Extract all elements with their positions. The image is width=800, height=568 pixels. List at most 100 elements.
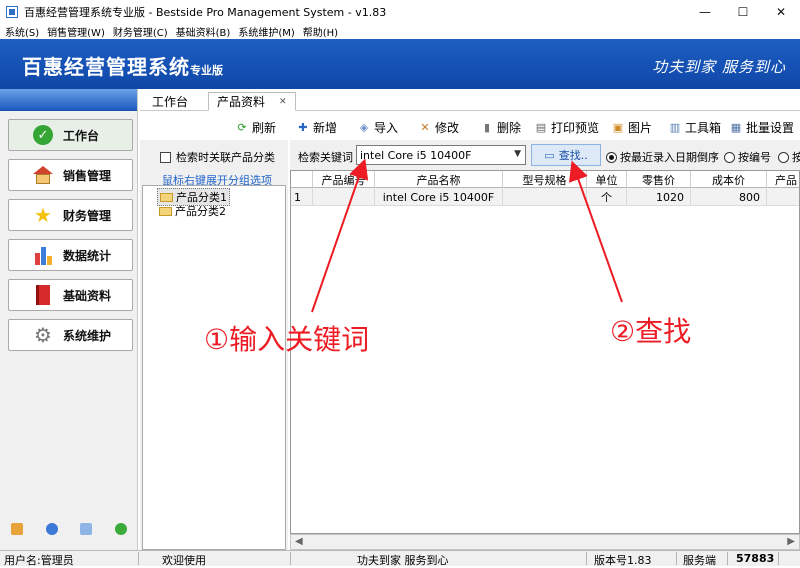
edit-icon[interactable] — [11, 523, 24, 535]
print-preview-button[interactable]: ▤ 打印预览 — [535, 119, 599, 136]
house-icon — [33, 165, 53, 185]
image-button[interactable]: ▣ 图片 — [612, 119, 652, 136]
clock-icon[interactable] — [45, 523, 58, 535]
tree-node[interactable]: 产品分类2 — [157, 203, 228, 219]
link-category-checkbox[interactable] — [160, 151, 171, 163]
column-header[interactable]: 型号规格 — [503, 171, 587, 188]
banner-slogan: 功夫到家 服务到心 — [652, 58, 786, 76]
maximize-button[interactable]: ☐ — [724, 0, 762, 24]
nav-basic-data-button[interactable]: 基础资料 — [8, 279, 133, 311]
status-divider — [586, 552, 587, 565]
scroll-left-icon[interactable]: ◀ — [295, 536, 303, 547]
close-icon[interactable]: ✕ — [279, 97, 287, 107]
left-nav-header — [0, 89, 137, 111]
nav-maintenance-button[interactable]: ⚙ 系统维护 — [8, 319, 133, 351]
folder-icon — [160, 192, 173, 202]
sort-by-number-radio[interactable] — [724, 151, 735, 163]
sort-option-label: 按最近录入日期倒序 — [620, 151, 719, 164]
import-button[interactable]: ◈ 导入 — [358, 119, 398, 136]
search-icon[interactable] — [80, 523, 93, 535]
toolbox-label: 工具箱 — [685, 121, 722, 135]
chevron-down-icon[interactable]: ▼ — [514, 149, 521, 159]
column-header[interactable]: 产品 — [767, 171, 799, 188]
link-category-label: 检索时关联产品分类 — [176, 151, 275, 164]
menu-finance[interactable]: 财务管理(C) — [110, 24, 171, 39]
column-header[interactable]: 零售价 — [627, 171, 691, 188]
nav-label: 财务管理 — [63, 208, 112, 223]
nav-workbench-button[interactable]: ✓ 工作台 — [8, 119, 133, 151]
add-label: 新增 — [313, 121, 338, 135]
menu-basic-data[interactable]: 基础资料(B) — [173, 24, 234, 39]
menu-sales[interactable]: 销售管理(W) — [44, 24, 108, 39]
banner-title: 百惠经营管理系统专业版 — [22, 51, 223, 80]
printer-icon: ▤ — [535, 121, 547, 134]
column-header[interactable]: 产品名称 — [375, 171, 503, 188]
annotation-step2: ②查找 — [610, 315, 692, 348]
batch-icon: ▦ — [730, 121, 742, 134]
toolbox-icon: ▥ — [669, 121, 681, 134]
column-header[interactable]: 单位 — [587, 171, 627, 188]
gear-icon: ⚙ — [34, 323, 52, 347]
minimize-button[interactable]: — — [686, 0, 724, 24]
status-divider — [290, 552, 291, 565]
nav-label: 基础资料 — [63, 288, 112, 303]
sort-by-date-radio[interactable] — [606, 151, 617, 163]
delete-button[interactable]: ▮ 删除 — [481, 119, 521, 136]
sort-option-label: 按 — [792, 151, 800, 164]
menu-help[interactable]: 帮助(H) — [300, 24, 341, 39]
book-icon — [33, 285, 53, 305]
status-divider — [676, 552, 677, 565]
refresh-icon[interactable] — [114, 523, 127, 535]
sort-by-date-option[interactable]: 按最近录入日期倒序 — [606, 149, 719, 165]
search-input[interactable]: intel Core i5 10400F ▼ — [356, 145, 526, 165]
status-bar: 用户名:管理员 欢迎使用 功夫到家 服务到心 版本号1.83 服务端 57883 — [0, 550, 800, 567]
nav-finance-button[interactable]: ★ 财务管理 — [8, 199, 133, 231]
print-preview-label: 打印预览 — [551, 121, 600, 135]
sort-option-label: 按编号 — [738, 151, 771, 164]
sort-other-option[interactable]: 按 — [778, 149, 800, 165]
close-button[interactable]: ✕ — [762, 0, 800, 24]
menu-maintenance[interactable]: 系统维护(M) — [235, 24, 297, 39]
table-cell: intel Core i5 10400F — [375, 188, 503, 206]
search-label: 检索关键词 — [298, 151, 353, 164]
toolbox-button[interactable]: ▥ 工具箱 — [669, 119, 721, 136]
window-title: 百惠经营管理系统专业版 - Bestside Pro Management Sy… — [24, 6, 387, 19]
tab-bar: 工作台 产品资料 ✕ — [140, 89, 800, 111]
sort-by-number-option[interactable]: 按编号 — [724, 149, 771, 165]
nav-label: 工作台 — [63, 128, 100, 143]
edit-label: 修改 — [435, 121, 460, 135]
tree-node-label: 产品分类2 — [175, 205, 226, 218]
refresh-button[interactable]: ⟳ 刷新 — [236, 119, 276, 136]
title-bar: 百惠经营管理系统专业版 - Bestside Pro Management Sy… — [0, 0, 800, 24]
plus-icon: ✚ — [298, 121, 308, 134]
batch-settings-button[interactable]: ▦ 批量设置 — [730, 119, 794, 136]
tab-product-data[interactable]: 产品资料 ✕ — [208, 92, 296, 111]
add-button[interactable]: ✚ 新增 — [297, 119, 337, 136]
column-header[interactable]: 产品编号 — [313, 171, 375, 188]
nav-label: 销售管理 — [63, 168, 112, 183]
import-icon: ◈ — [359, 121, 369, 134]
banner-title-text: 百惠经营管理系统 — [22, 55, 190, 79]
table-cell — [767, 188, 799, 206]
horizontal-scrollbar[interactable]: ◀ ▶ — [290, 534, 800, 550]
link-category-option[interactable]: 检索时关联产品分类 — [160, 149, 275, 165]
table-cell: 800 — [691, 188, 767, 206]
table-row[interactable]: 1 intel Core i5 10400F 个 1020 800 — [291, 188, 799, 206]
table-cell — [503, 188, 587, 206]
menu-system[interactable]: 系统(S) — [2, 24, 42, 39]
batch-settings-label: 批量设置 — [746, 121, 795, 135]
nav-label: 数据统计 — [63, 248, 112, 263]
sort-other-radio[interactable] — [778, 151, 789, 163]
status-divider — [778, 552, 779, 565]
search-input-value: intel Core i5 10400F — [360, 148, 472, 162]
scroll-right-icon[interactable]: ▶ — [787, 536, 795, 547]
find-button[interactable]: ▭ 查找.. — [531, 144, 601, 166]
nav-statistics-button[interactable]: 数据统计 — [8, 239, 133, 271]
nav-sales-button[interactable]: 销售管理 — [8, 159, 133, 191]
app-icon — [6, 6, 18, 18]
toolbar: ⟳ 刷新 ✚ 新增 ◈ 导入 ✕ 修改 ▮ 删除 ▤ 打印预览 ▣ 图片 ▥ 工具箱 ▦ 批量设置 — [140, 112, 800, 140]
edit-button[interactable]: ✕ 修改 — [419, 119, 459, 136]
window-controls: — ☐ ✕ — [686, 0, 800, 24]
tab-workbench[interactable]: 工作台 — [144, 92, 196, 111]
column-header[interactable]: 成本价 — [691, 171, 767, 188]
